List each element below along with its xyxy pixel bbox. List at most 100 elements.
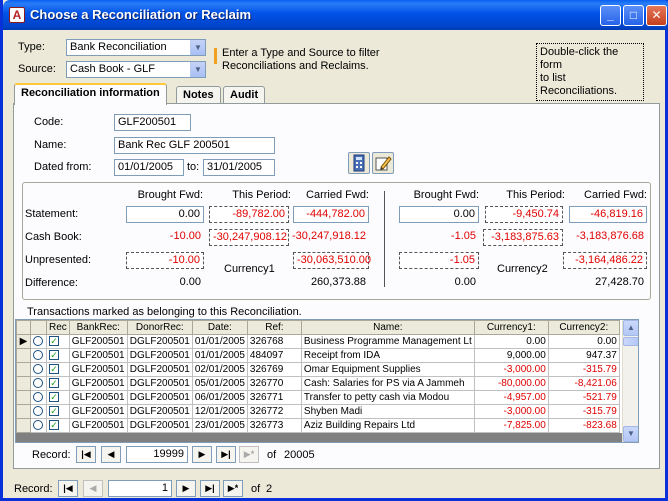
ref-cell[interactable]: 326772 <box>246 404 302 419</box>
title-bar[interactable]: A Choose a Reconciliation or Reclaim _ □… <box>3 0 668 30</box>
date-cell[interactable]: 01/01/2005 <box>191 334 248 349</box>
radio-cell[interactable] <box>30 334 47 349</box>
row-radio[interactable] <box>33 405 43 416</box>
bankrec-cell[interactable]: GLF200501 <box>68 376 128 391</box>
date-cell[interactable]: 05/01/2005 <box>191 376 248 391</box>
form-new-record-icon[interactable]: ▶* <box>223 480 243 497</box>
table-row[interactable]: ▶ ✓ GLF200501 DGLF200501 01/01/2005 326768 Bus… <box>16 334 620 349</box>
form-last-record-icon[interactable]: ▶| <box>200 480 220 497</box>
header-name[interactable]: Name: <box>300 320 475 335</box>
name-cell[interactable]: Shyben Madi <box>300 404 475 419</box>
row-selector[interactable] <box>16 376 31 391</box>
currency1-cell[interactable]: -4,957.00 <box>473 390 549 405</box>
form-record-number[interactable]: 1 <box>108 480 172 497</box>
currency1-cell[interactable]: -3,000.00 <box>473 404 549 419</box>
name-cell[interactable]: Business Programme Management Lt <box>300 334 475 349</box>
currency2-cell[interactable]: -521.79 <box>547 390 620 405</box>
code-field[interactable]: GLF200501 <box>114 114 191 131</box>
type-combo[interactable]: Bank Reconciliation ▼ <box>66 39 206 56</box>
currency2-cell[interactable]: -315.79 <box>547 404 620 419</box>
name-cell[interactable]: Transfer to petty cash via Modou <box>300 390 475 405</box>
currency1-cell[interactable]: -80,000.00 <box>473 376 549 391</box>
row-radio[interactable] <box>33 335 43 346</box>
date-cell[interactable]: 06/01/2005 <box>191 390 248 405</box>
table-row[interactable]: ✓ GLF200501 DGLF200501 06/01/2005 326771 Tran… <box>16 390 620 405</box>
currency2-cell[interactable]: -315.79 <box>547 362 620 377</box>
rec-checkbox[interactable]: ✓ <box>49 349 59 360</box>
last-record-icon[interactable]: ▶| <box>216 446 236 463</box>
tab-reconciliation-information[interactable]: Reconciliation information <box>14 83 167 105</box>
radio-cell[interactable] <box>30 418 47 433</box>
rec-cell[interactable]: ✓ <box>46 348 70 363</box>
header-bankrec[interactable]: BankRec: <box>68 320 128 335</box>
rec-cell[interactable]: ✓ <box>46 362 70 377</box>
donorrec-cell[interactable]: DGLF200501 <box>126 334 193 349</box>
rec-checkbox[interactable]: ✓ <box>49 363 59 374</box>
date-cell[interactable]: 12/01/2005 <box>191 404 248 419</box>
name-cell[interactable]: Receipt from IDA <box>300 348 475 363</box>
donorrec-cell[interactable]: DGLF200501 <box>126 362 193 377</box>
c2-statement-brought[interactable]: 0.00 <box>399 206 479 223</box>
name-cell[interactable]: Omar Equipment Supplies <box>300 362 475 377</box>
row-radio[interactable] <box>33 377 43 388</box>
header-ref[interactable]: Ref: <box>246 320 302 335</box>
rec-cell[interactable]: ✓ <box>46 376 70 391</box>
header-rec[interactable]: Rec <box>46 320 70 335</box>
table-row[interactable]: ✓ GLF200501 DGLF200501 02/01/2005 326769 Omar… <box>16 362 620 377</box>
radio-cell[interactable] <box>30 376 47 391</box>
date-to-field[interactable]: 31/01/2005 <box>203 159 275 176</box>
next-record-icon[interactable]: ▶ <box>192 446 212 463</box>
currency1-cell[interactable]: 0.00 <box>473 334 549 349</box>
name-cell[interactable]: Cash: Salaries for PS via A Jammeh <box>300 376 475 391</box>
currency2-cell[interactable]: 947.37 <box>547 348 620 363</box>
source-combo[interactable]: Cash Book - GLF ▼ <box>66 61 206 78</box>
ref-cell[interactable]: 326771 <box>246 390 302 405</box>
header-selector[interactable] <box>16 320 31 335</box>
donorrec-cell[interactable]: DGLF200501 <box>126 348 193 363</box>
c1-statement-carried[interactable]: -444,782.00 <box>293 206 369 223</box>
form-first-record-icon[interactable]: |◀ <box>58 480 78 497</box>
currency2-cell[interactable]: -823.68 <box>547 418 620 433</box>
ref-cell[interactable]: 326769 <box>246 362 302 377</box>
rec-cell[interactable]: ✓ <box>46 390 70 405</box>
rec-checkbox[interactable]: ✓ <box>49 419 59 430</box>
rec-checkbox[interactable]: ✓ <box>49 405 59 416</box>
close-button[interactable]: ✕ <box>646 5 667 26</box>
row-selector[interactable] <box>16 390 31 405</box>
chevron-down-icon[interactable]: ▼ <box>190 62 205 77</box>
row-radio[interactable] <box>33 419 43 430</box>
table-row[interactable]: ✓ GLF200501 DGLF200501 23/01/2005 326773 Aziz… <box>16 418 620 433</box>
bankrec-cell[interactable]: GLF200501 <box>68 418 128 433</box>
row-selector[interactable] <box>16 404 31 419</box>
donorrec-cell[interactable]: DGLF200501 <box>126 404 193 419</box>
date-cell[interactable]: 02/01/2005 <box>191 362 248 377</box>
bankrec-cell[interactable]: GLF200501 <box>68 404 128 419</box>
calculator-button[interactable] <box>348 152 370 174</box>
scroll-up-icon[interactable]: ▲ <box>623 320 638 336</box>
scroll-down-icon[interactable]: ▼ <box>623 426 638 442</box>
bankrec-cell[interactable]: GLF200501 <box>68 334 128 349</box>
edit-button[interactable] <box>372 152 394 174</box>
bankrec-cell[interactable]: GLF200501 <box>68 362 128 377</box>
currency1-cell[interactable]: -3,000.00 <box>473 362 549 377</box>
rec-checkbox[interactable]: ✓ <box>49 391 59 402</box>
chevron-down-icon[interactable]: ▼ <box>190 40 205 55</box>
table-row[interactable]: ✓ GLF200501 DGLF200501 05/01/2005 326770 Cash… <box>16 376 620 391</box>
row-radio[interactable] <box>33 391 43 402</box>
c2-statement-carried[interactable]: -46,819.16 <box>569 206 647 223</box>
form-previous-record-icon[interactable]: ◀ <box>83 480 103 497</box>
donorrec-cell[interactable]: DGLF200501 <box>126 390 193 405</box>
date-cell[interactable]: 01/01/2005 <box>191 348 248 363</box>
currency1-cell[interactable]: 9,000.00 <box>473 348 549 363</box>
ref-cell[interactable]: 326770 <box>246 376 302 391</box>
row-selector[interactable]: ▶ <box>16 334 31 349</box>
ref-cell[interactable]: 326773 <box>246 418 302 433</box>
currency2-cell[interactable]: -8,421.06 <box>547 376 620 391</box>
rec-checkbox[interactable]: ✓ <box>49 335 59 346</box>
form-next-record-icon[interactable]: ▶ <box>176 480 196 497</box>
table-row[interactable]: ✓ GLF200501 DGLF200501 01/01/2005 484097 Rece… <box>16 348 620 363</box>
currency2-cell[interactable]: 0.00 <box>547 334 620 349</box>
minimize-button[interactable]: _ <box>600 5 621 26</box>
radio-cell[interactable] <box>30 362 47 377</box>
ref-cell[interactable]: 326768 <box>246 334 302 349</box>
